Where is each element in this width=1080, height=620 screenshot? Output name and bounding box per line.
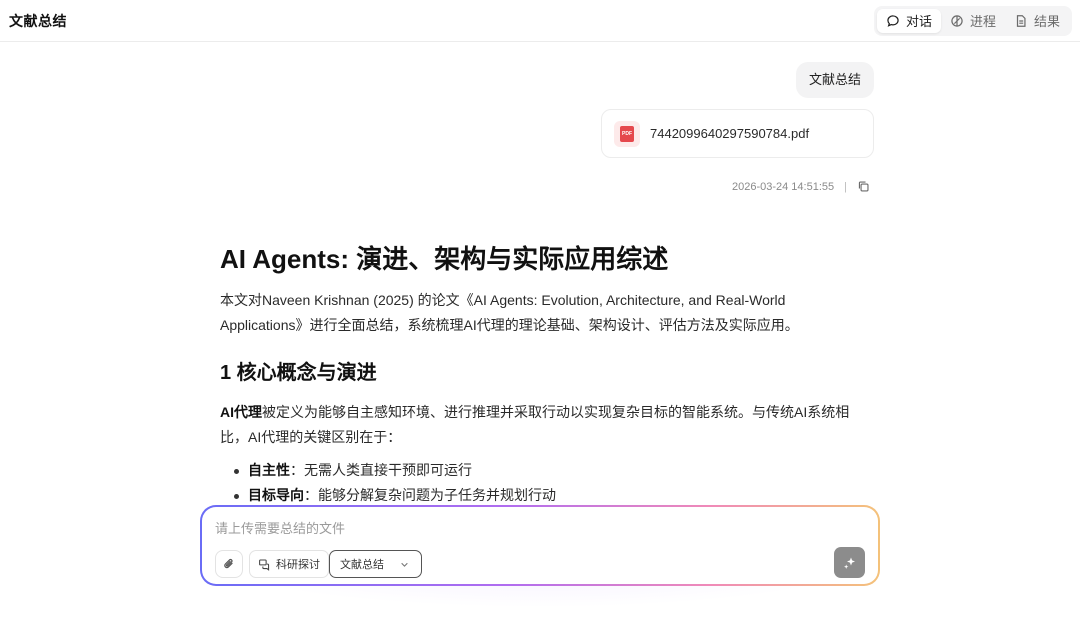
user-message-bubble: 文献总结 bbox=[795, 62, 874, 98]
paragraph-bold-term: AI代理 bbox=[220, 404, 262, 420]
message-input[interactable] bbox=[215, 517, 815, 539]
mode-select[interactable]: 文献总结 bbox=[329, 550, 422, 578]
progress-icon bbox=[951, 14, 963, 27]
chat-bubble-icon bbox=[887, 14, 899, 27]
tab-progress[interactable]: 进程 bbox=[941, 9, 1005, 33]
section-heading: 1 核心概念与演进 bbox=[220, 362, 377, 384]
tab-result[interactable]: 结果 bbox=[1005, 9, 1069, 33]
list-item-desc: ：无需人类直接干预即可运行 bbox=[290, 462, 472, 478]
list-item: 自主性：无需人类直接干预即可运行 bbox=[234, 458, 870, 483]
app-title: 文献总结 bbox=[9, 12, 67, 29]
summary-document: AI Agents: 演进、架构与实际应用综述 本文对Naveen Krishn… bbox=[220, 238, 870, 508]
research-chip[interactable]: 科研探讨 bbox=[249, 550, 329, 578]
composer: 科研探讨 文献总结 bbox=[200, 505, 880, 586]
tab-progress-label: 进程 bbox=[969, 14, 996, 29]
app-root: 文献总结 对话 进程 结果 文献总结 PDF 74420996402975907… bbox=[0, 0, 1080, 620]
tab-result-label: 结果 bbox=[1033, 14, 1060, 29]
attach-button[interactable] bbox=[215, 550, 243, 578]
chevron-down-icon bbox=[401, 562, 408, 567]
tab-chat-label: 对话 bbox=[905, 14, 932, 29]
paperclip-icon bbox=[224, 558, 233, 569]
document-title: AI Agents: 演进、架构与实际应用综述 bbox=[220, 244, 669, 274]
copy-button[interactable] bbox=[857, 180, 870, 193]
section-paragraph: AI代理被定义为能够自主感知环境、进行推理并采取行动以实现复杂目标的智能系统。与… bbox=[220, 400, 870, 450]
composer-inner: 科研探讨 文献总结 bbox=[202, 507, 878, 584]
research-chip-label: 科研探讨 bbox=[276, 559, 320, 571]
discussion-icon bbox=[259, 559, 270, 571]
attachment-file-name: 7442099640297590784.pdf bbox=[650, 126, 810, 141]
message-meta: 2026-03-24 14:51:55 | bbox=[732, 180, 870, 193]
pdf-icon: PDF bbox=[614, 120, 640, 147]
document-icon bbox=[1016, 14, 1026, 27]
mode-select-label: 文献总结 bbox=[340, 559, 384, 571]
sparkle-send-icon bbox=[843, 557, 855, 569]
attachment-card[interactable]: PDF 7442099640297590784.pdf bbox=[601, 109, 874, 158]
meta-separator: | bbox=[844, 180, 847, 193]
view-tabs: 对话 进程 结果 bbox=[873, 5, 1072, 36]
paragraph-text: 被定义为能够自主感知环境、进行推理并采取行动以实现复杂目标的智能系统。与传统AI… bbox=[220, 404, 850, 445]
message-timestamp: 2026-03-24 14:51:55 bbox=[731, 180, 835, 193]
send-button[interactable] bbox=[834, 547, 865, 578]
tab-chat[interactable]: 对话 bbox=[876, 8, 941, 33]
header: 文献总结 对话 进程 结果 bbox=[0, 0, 1080, 42]
list-item-term: 自主性 bbox=[248, 462, 290, 478]
document-intro: 本文对Naveen Krishnan (2025) 的论文《AI Agents:… bbox=[220, 292, 799, 333]
copy-icon bbox=[858, 181, 869, 192]
